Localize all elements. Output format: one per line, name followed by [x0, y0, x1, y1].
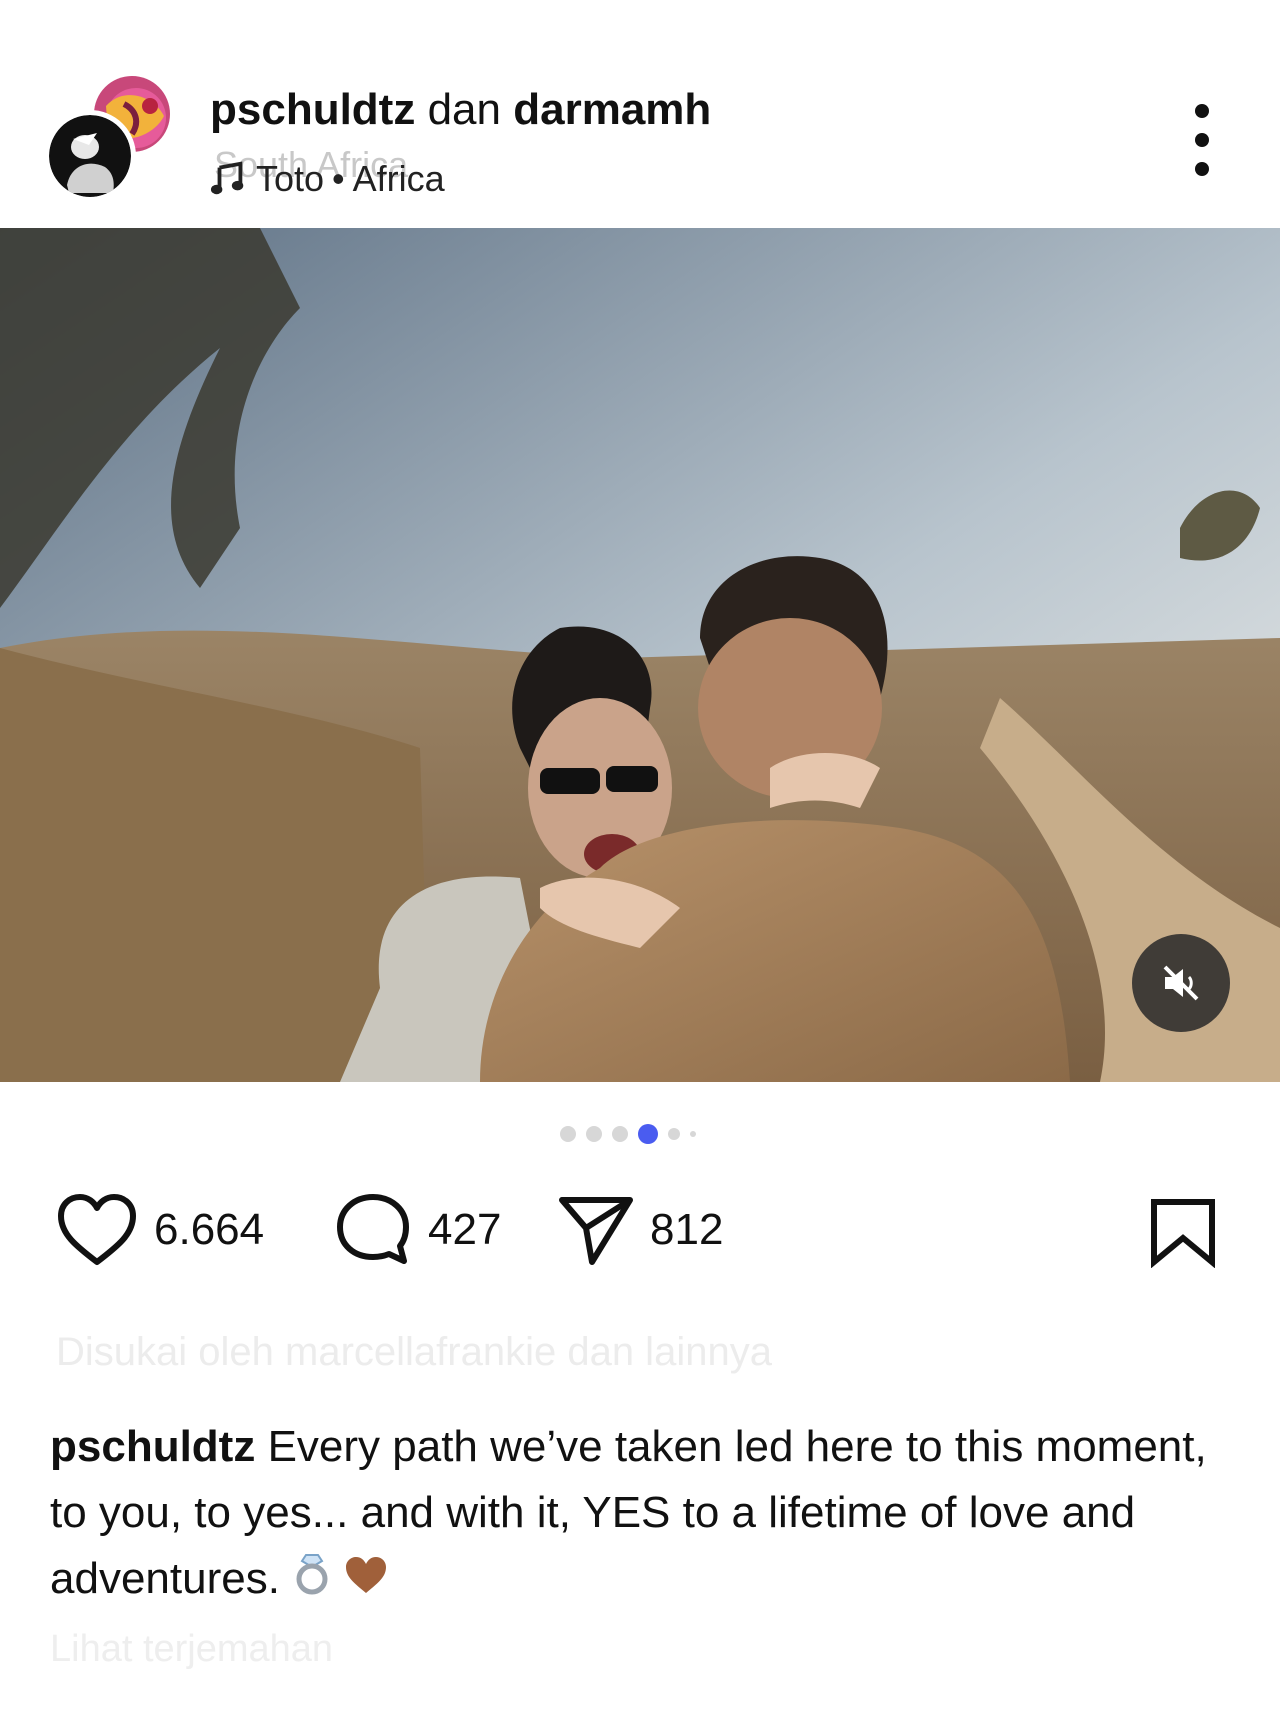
- post-usernames: pschuldtz dan darmamh: [210, 84, 711, 136]
- comment-count[interactable]: 427: [428, 1205, 501, 1255]
- post-header: pschuldtz dan darmamh South Africa Toto …: [0, 0, 1280, 228]
- post-caption: pschuldtz Every path we’ve taken led her…: [50, 1414, 1230, 1614]
- avatar-primary[interactable]: [44, 110, 136, 202]
- caption-username[interactable]: pschuldtz: [50, 1422, 255, 1471]
- share-action[interactable]: 812: [558, 1190, 723, 1270]
- see-translation-link[interactable]: Lihat terjemahan: [50, 1628, 333, 1671]
- username-conjunction: dan: [427, 85, 501, 134]
- heart-outline-icon: [58, 1194, 136, 1265]
- music-note-icon: [210, 161, 244, 195]
- couple-photo: [0, 228, 1280, 1082]
- carousel-indicator: [560, 1124, 760, 1144]
- bookmark-icon: [1151, 1199, 1215, 1269]
- speaker-muted-icon: [1163, 965, 1199, 1001]
- username-primary[interactable]: pschuldtz: [210, 85, 415, 134]
- more-vertical-icon: [1195, 104, 1209, 118]
- send-icon: [559, 1197, 633, 1265]
- carousel-dot-active: [638, 1124, 658, 1144]
- carousel-dot: [586, 1126, 602, 1142]
- post-actions: 6.664 427 812: [56, 1190, 1236, 1270]
- more-dot: [1195, 162, 1209, 176]
- comment-action[interactable]: 427: [334, 1190, 501, 1270]
- music-separator: •: [332, 158, 345, 199]
- carousel-dot: [612, 1126, 628, 1142]
- more-dot: [1195, 133, 1209, 147]
- music-artist: Toto: [256, 158, 325, 199]
- collab-avatars[interactable]: [44, 72, 180, 204]
- carousel-dot: [690, 1131, 696, 1137]
- save-button[interactable]: [1148, 1196, 1218, 1273]
- mute-toggle-button[interactable]: [1132, 934, 1230, 1032]
- liked-by-preview[interactable]: Disukai oleh marcellafrankie dan lainnya: [56, 1330, 772, 1375]
- carousel-dot: [668, 1128, 680, 1140]
- like-count[interactable]: 6.664: [154, 1205, 264, 1255]
- post-subline: South Africa Toto • Africa: [210, 144, 710, 202]
- more-options-button[interactable]: [1182, 104, 1222, 176]
- post-photo[interactable]: [0, 228, 1280, 1082]
- music-info[interactable]: Toto • Africa: [210, 158, 445, 200]
- like-action[interactable]: 6.664: [56, 1190, 264, 1270]
- username-secondary[interactable]: darmamh: [513, 85, 711, 134]
- comment-bubble-icon: [337, 1194, 409, 1264]
- carousel-dot: [560, 1126, 576, 1142]
- ring-icon: [292, 1548, 332, 1614]
- music-title: Africa: [352, 158, 445, 199]
- brown-heart-icon: [344, 1548, 388, 1614]
- share-count[interactable]: 812: [650, 1205, 723, 1255]
